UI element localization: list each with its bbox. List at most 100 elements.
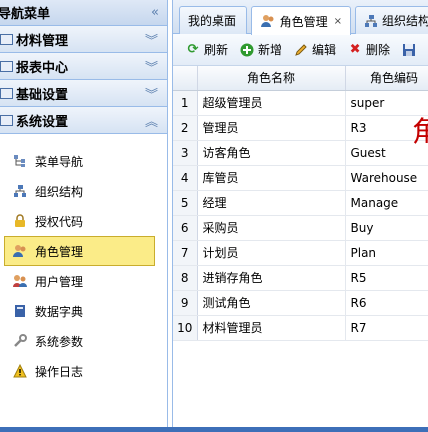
role-code-cell: R6	[345, 290, 428, 316]
tab-role-management[interactable]: 角色管理 ×	[251, 6, 351, 35]
table-row[interactable]: 7 计划员 Plan	[173, 240, 428, 266]
chevron-down-icon: ︾	[144, 33, 158, 49]
sidebar-item-dict[interactable]: 数据字典	[0, 296, 167, 326]
warning-icon	[12, 363, 28, 379]
toolbar: ⟳ 刷新 新增 编辑 ✖ 删除	[173, 34, 428, 66]
delete-icon: ✖	[349, 42, 361, 57]
nav-group-material[interactable]: 材料管理 ︾	[0, 26, 167, 53]
nav-group-label: 报表中心	[16, 60, 69, 76]
sidebar-item-menu-nav[interactable]: 菜单导航	[0, 146, 167, 176]
role-name-cell: 测试角色	[197, 290, 346, 316]
role-name-cell: 超级管理员	[197, 90, 346, 116]
table-row[interactable]: 6 采购员 Buy	[173, 215, 428, 241]
table-row[interactable]: 1 超级管理员 super	[173, 90, 428, 116]
chevron-up-icon: ︽	[144, 114, 158, 130]
nav-group-reports[interactable]: 报表中心 ︾	[0, 53, 167, 80]
edit-label: 编辑	[312, 43, 337, 57]
tab-label: 我的桌面	[188, 14, 237, 28]
add-button[interactable]: 新增	[239, 41, 282, 58]
sidebar-item-params[interactable]: 系统参数	[0, 326, 167, 356]
sidebar-item-role[interactable]: 角色管理	[4, 236, 155, 266]
role-icon	[12, 243, 28, 259]
sidebar-item-auth[interactable]: 授权代码	[0, 206, 167, 236]
table-row[interactable]: 10 材料管理员 R7	[173, 315, 428, 341]
save-icon	[401, 42, 417, 58]
nav-group-label: 基础设置	[16, 87, 69, 103]
table-row[interactable]: 4 库管员 Warehouse	[173, 165, 428, 191]
tab-org[interactable]: 组织结构	[355, 6, 428, 34]
nav-item-list: 菜单导航 组织结构 授权代码 角色管理 用户管理 数据字典 系统参数 操作日志	[0, 134, 167, 386]
pencil-icon	[293, 42, 309, 58]
sidebar-item-logs[interactable]: 操作日志	[0, 356, 167, 386]
table-row[interactable]: 5 经理 Manage	[173, 190, 428, 216]
row-number-cell: 2	[173, 115, 198, 141]
tab-bar: 我的桌面 角色管理 × 组织结构	[173, 0, 428, 35]
role-name-cell: 采购员	[197, 215, 346, 241]
refresh-button[interactable]: ⟳ 刷新	[185, 41, 228, 58]
main-panel: 我的桌面 角色管理 × 组织结构 ⟳ 刷新 新增 编辑 ✖ 删除 角色名称 角色…	[172, 0, 428, 432]
close-icon[interactable]: ×	[334, 16, 342, 27]
row-number-cell: 8	[173, 265, 198, 291]
tab-label: 组织结构	[382, 14, 428, 28]
nav-group-basic[interactable]: 基础设置 ︾	[0, 80, 167, 107]
role-code-cell: Plan	[345, 240, 428, 266]
row-number-cell: 7	[173, 240, 198, 266]
role-name-cell: 计划员	[197, 240, 346, 266]
add-icon	[239, 42, 255, 58]
nav-group-system[interactable]: 系统设置 ︽	[0, 107, 167, 134]
tab-desktop[interactable]: 我的桌面	[179, 6, 247, 34]
row-number-cell: 5	[173, 190, 198, 216]
role-name-cell: 进销存角色	[197, 265, 346, 291]
add-label: 新增	[258, 43, 283, 57]
table-row[interactable]: 8 进销存角色 R5	[173, 265, 428, 291]
users-icon	[12, 273, 28, 289]
role-name-cell: 库管员	[197, 165, 346, 191]
sidebar-item-label: 数据字典	[35, 304, 84, 319]
overlay-text: 角	[412, 115, 428, 148]
table-row[interactable]: 2 管理员 R3	[173, 115, 428, 141]
sidebar-item-users[interactable]: 用户管理	[0, 266, 167, 296]
delete-button[interactable]: ✖ 删除	[347, 41, 390, 58]
tab-label: 角色管理	[279, 14, 328, 29]
role-code-cell: Buy	[345, 215, 428, 241]
nav-panel: 导航菜单 « 材料管理 ︾ 报表中心 ︾ 基础设置 ︾ 系统设置 ︽ 菜单导航 …	[0, 0, 168, 432]
tree-icon	[12, 153, 28, 169]
row-number-cell: 9	[173, 290, 198, 316]
role-code-cell: R7	[345, 315, 428, 341]
role-name-cell: 管理员	[197, 115, 346, 141]
sidebar-item-label: 组织结构	[35, 184, 84, 199]
column-header[interactable]: 角色编码	[345, 66, 428, 91]
sidebar-item-org[interactable]: 组织结构	[0, 176, 167, 206]
row-number-cell: 6	[173, 215, 198, 241]
sidebar-item-label: 系统参数	[35, 334, 84, 349]
book-icon	[12, 303, 28, 319]
role-name-cell: 经理	[197, 190, 346, 216]
role-code-cell: R5	[345, 265, 428, 291]
role-icon	[260, 13, 276, 29]
refresh-label: 刷新	[204, 43, 229, 57]
sidebar-item-label: 操作日志	[35, 364, 84, 379]
table-header-row: 角色名称 角色编码	[173, 66, 428, 91]
bottom-bar	[0, 427, 428, 432]
delete-label: 删除	[366, 43, 391, 57]
role-name-cell: 材料管理员	[197, 315, 346, 341]
sidebar-item-label: 菜单导航	[35, 154, 84, 169]
collapse-panel-icon[interactable]: «	[151, 5, 159, 20]
row-number-cell: 10	[173, 315, 198, 341]
org-icon	[364, 13, 378, 29]
role-name-cell: 访客角色	[197, 140, 346, 166]
column-header[interactable]: 角色名称	[197, 66, 346, 91]
sidebar-item-label: 授权代码	[35, 214, 84, 229]
nav-title: 导航菜单	[0, 7, 51, 22]
edit-button[interactable]: 编辑	[293, 41, 336, 58]
wrench-icon	[12, 333, 28, 349]
chevron-down-icon: ︾	[144, 60, 158, 76]
nav-group-label: 材料管理	[16, 33, 69, 49]
nav-title-bar: 导航菜单 «	[0, 0, 167, 26]
table-row[interactable]: 9 测试角色 R6	[173, 290, 428, 316]
lock-icon	[12, 213, 28, 229]
org-icon	[12, 183, 28, 199]
role-code-cell: Warehouse	[345, 165, 428, 191]
save-button[interactable]	[401, 42, 420, 58]
table-row[interactable]: 3 访客角色 Guest	[173, 140, 428, 166]
